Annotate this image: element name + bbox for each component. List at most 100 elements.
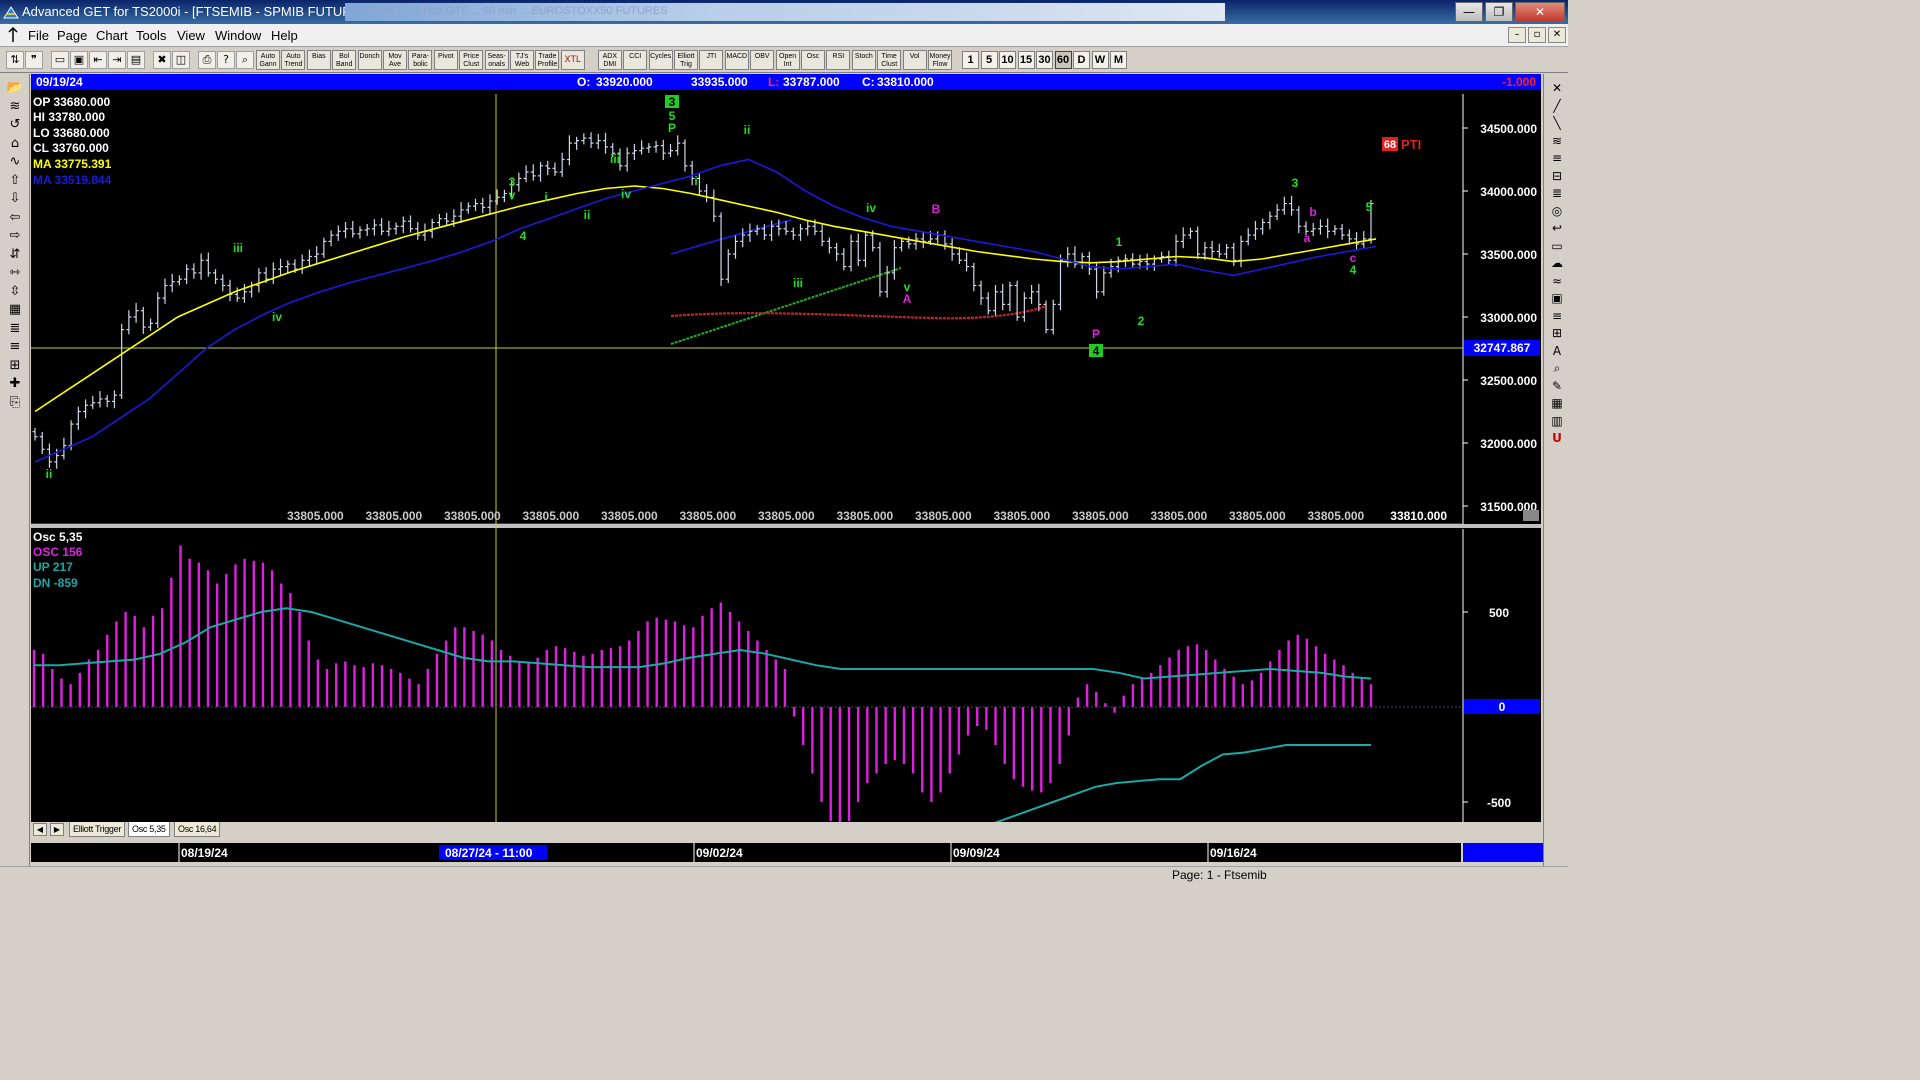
left-tool-16-icon[interactable]: ⊞ [3, 358, 27, 375]
interval-button-m[interactable]: M [1110, 51, 1127, 69]
left-tool-6-icon[interactable]: ⇧ [3, 173, 27, 190]
study-button-time-clust[interactable]: Time Clust [877, 50, 902, 70]
study-button-pivot[interactable]: Pivot [433, 50, 458, 70]
left-tool-3-icon[interactable]: ↺ [3, 117, 27, 134]
right-tool-19-icon[interactable]: ▦ [1547, 395, 1567, 412]
right-tool-17-icon[interactable]: ⌕ [1547, 360, 1567, 377]
study-button-tj-s-web[interactable]: TJ's Web [510, 50, 534, 70]
study-button-rsi[interactable]: RSI [826, 50, 851, 70]
menu-tools[interactable]: Tools [136, 28, 166, 43]
study-button-cycles[interactable]: Cycles [648, 50, 673, 70]
study-button-bias[interactable]: Bias [306, 50, 331, 70]
study-button-auto-gann[interactable]: Auto Gann [256, 50, 280, 70]
menu-view[interactable]: View [177, 28, 205, 43]
left-tool-13-icon[interactable]: ▦ [3, 302, 27, 319]
interval-button-15[interactable]: 15 [1017, 51, 1035, 69]
toolbar-icon-9-icon[interactable]: ◫ [172, 51, 190, 69]
interval-button-60[interactable]: 60 [1054, 51, 1072, 69]
right-tool-1-icon[interactable]: ✕ [1547, 80, 1567, 97]
toolbar-icon-2-icon[interactable]: ❞ [25, 51, 43, 69]
study-button-cci[interactable]: CCI [623, 50, 648, 70]
left-tool-9-icon[interactable]: ⇨ [3, 228, 27, 245]
study-button-xtl[interactable]: XTL [560, 50, 585, 70]
right-tool-3-icon[interactable]: ╲ [1547, 115, 1567, 132]
toolbar-icon-4-icon[interactable]: ▣ [70, 51, 88, 69]
chart-area[interactable]: 09/19/24 O: 33920.000 33935.000 L: 33787… [31, 74, 1541, 822]
right-tool-18-icon[interactable]: ✎ [1547, 378, 1567, 395]
interval-button-w[interactable]: W [1091, 51, 1109, 69]
right-tool-10-icon[interactable]: ▭ [1547, 238, 1567, 255]
interval-button-10[interactable]: 10 [999, 51, 1016, 69]
right-tool-12-icon[interactable]: ≈ [1547, 273, 1567, 290]
interval-button-5[interactable]: 5 [980, 51, 998, 69]
study-button-obv[interactable]: OBV [750, 50, 775, 70]
menu-window[interactable]: Window [215, 28, 261, 43]
left-tool-4-icon[interactable]: ⌂ [3, 136, 27, 153]
study-button-auto-trend[interactable]: Auto Trend [281, 50, 306, 70]
toolbar-icon-12-icon[interactable]: ⌕ [236, 51, 254, 69]
toolbar-icon-11-icon[interactable]: ? [217, 51, 235, 69]
panel-splitter[interactable] [31, 524, 1541, 528]
right-tool-13-icon[interactable]: ▣ [1547, 290, 1567, 307]
interval-button-d[interactable]: D [1073, 51, 1090, 69]
left-tool-18-icon[interactable]: ⎘ [3, 395, 27, 412]
toolbar-icon-7-icon[interactable]: ▤ [127, 51, 145, 69]
left-tool-5-icon[interactable]: ∿ [3, 154, 27, 171]
right-tool-16-icon[interactable]: A [1547, 343, 1567, 360]
right-tool-4-icon[interactable]: ≋ [1547, 133, 1567, 150]
study-button-open-int[interactable]: Open Int [775, 50, 800, 70]
menu-file[interactable]: File [28, 28, 49, 43]
study-button-bol-band[interactable]: Bol Band [332, 50, 357, 70]
left-tool-11-icon[interactable]: ⇿ [3, 265, 27, 282]
interval-button-1[interactable]: 1 [962, 51, 979, 69]
right-tool-15-icon[interactable]: ⊞ [1547, 325, 1567, 342]
toolbar-icon-1-icon[interactable]: ⇅ [6, 51, 24, 69]
tab-osc-5-35[interactable]: Osc 5,35 [128, 822, 170, 837]
toolbar-icon-5-icon[interactable]: ⇤ [89, 51, 107, 69]
tab-scroll-right-icon[interactable]: ▶ [50, 823, 64, 836]
left-tool-8-icon[interactable]: ⇦ [3, 210, 27, 227]
toolbar-icon-10-icon[interactable]: ⎙ [198, 51, 216, 69]
toolbar-icon-3-icon[interactable]: ▭ [51, 51, 69, 69]
menu-page[interactable]: Page [57, 28, 87, 43]
tab-osc-16-64[interactable]: Osc 16,64 [174, 822, 221, 837]
study-button-macd[interactable]: MACD [724, 50, 749, 70]
study-button-elliott-trig[interactable]: Elliott Trig [674, 50, 698, 70]
mdi-minimize-button[interactable]: – [1508, 27, 1526, 43]
right-tool-14-icon[interactable]: ≡ [1547, 308, 1567, 325]
mdi-restore-button[interactable]: ▫ [1528, 27, 1546, 43]
study-button-price-clust[interactable]: Price Clust [459, 50, 484, 70]
interval-button-30[interactable]: 30 [1036, 51, 1053, 69]
study-button-trade-profile[interactable]: Trade Profile [535, 50, 560, 70]
study-button-vol[interactable]: Vol [902, 50, 927, 70]
right-tool-8-icon[interactable]: ◎ [1547, 203, 1567, 220]
study-button-para-bolic[interactable]: Para- bolic [408, 50, 433, 70]
study-button-stoch[interactable]: Stoch [851, 50, 876, 70]
study-button-money-flow[interactable]: Money Flow [928, 50, 952, 70]
left-tool-2-icon[interactable]: ≋ [3, 99, 27, 116]
left-tool-7-icon[interactable]: ⇩ [3, 191, 27, 208]
study-button-adx-dmi[interactable]: ADX DMI [597, 50, 622, 70]
right-tool-21-icon[interactable]: U [1547, 430, 1567, 447]
toolbar-icon-6-icon[interactable]: ⇥ [108, 51, 126, 69]
maximize-button[interactable]: ❐ [1485, 2, 1513, 22]
tab-elliott-trigger[interactable]: Elliott Trigger [69, 822, 126, 837]
right-tool-2-icon[interactable]: ╱ [1547, 98, 1567, 115]
right-tool-7-icon[interactable]: ≣ [1547, 185, 1567, 202]
left-tool-10-icon[interactable]: ⇵ [3, 247, 27, 264]
close-button[interactable]: ✕ [1515, 2, 1565, 22]
grid-toggle-icon[interactable] [1523, 510, 1539, 521]
left-tool-15-icon[interactable]: ≡ [3, 339, 27, 356]
study-button-mov-ave[interactable]: Mov Ave [383, 50, 407, 70]
study-button-donch[interactable]: Donch [357, 50, 382, 70]
right-tool-9-icon[interactable]: ↩ [1547, 220, 1567, 237]
mdi-close-button[interactable]: ✕ [1548, 27, 1566, 43]
menu-help[interactable]: Help [271, 28, 298, 43]
left-tool-14-icon[interactable]: ≣ [3, 321, 27, 338]
tab-scroll-left-icon[interactable]: ◀ [33, 823, 47, 836]
study-button-jti[interactable]: JTI [699, 50, 724, 70]
right-tool-11-icon[interactable]: ☁ [1547, 255, 1567, 272]
left-tool-12-icon[interactable]: ⇳ [3, 284, 27, 301]
study-button-osc[interactable]: Osc [801, 50, 825, 70]
right-tool-5-icon[interactable]: ≡ [1547, 150, 1567, 167]
